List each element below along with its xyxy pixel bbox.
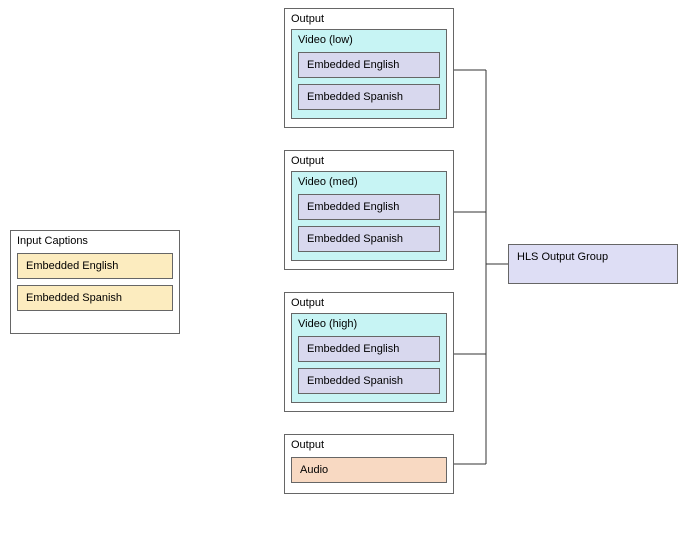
- video-title: Video (low): [298, 34, 440, 46]
- output-title: Output: [291, 439, 447, 451]
- embedded-caption: Embedded English: [298, 52, 440, 78]
- output-box: Output Video (med) Embedded English Embe…: [284, 150, 454, 270]
- output-box: Output Audio: [284, 434, 454, 494]
- video-box: Video (high) Embedded English Embedded S…: [291, 313, 447, 403]
- embedded-caption: Embedded Spanish: [298, 84, 440, 110]
- output-title: Output: [291, 297, 447, 309]
- video-box: Video (low) Embedded English Embedded Sp…: [291, 29, 447, 119]
- embedded-caption: Embedded Spanish: [298, 226, 440, 252]
- hls-output-group-box: HLS Output Group: [508, 244, 678, 284]
- output-box: Output Video (low) Embedded English Embe…: [284, 8, 454, 128]
- embedded-caption: Embedded English: [298, 194, 440, 220]
- hls-output-group-title: HLS Output Group: [517, 251, 608, 263]
- input-caption-item: Embedded English: [17, 253, 173, 279]
- embedded-caption: Embedded English: [298, 336, 440, 362]
- video-title: Video (high): [298, 318, 440, 330]
- audio-box: Audio: [291, 457, 447, 483]
- output-title: Output: [291, 13, 447, 25]
- input-captions-title: Input Captions: [17, 235, 173, 247]
- embedded-caption: Embedded Spanish: [298, 368, 440, 394]
- output-title: Output: [291, 155, 447, 167]
- video-title: Video (med): [298, 176, 440, 188]
- input-caption-item: Embedded Spanish: [17, 285, 173, 311]
- output-box: Output Video (high) Embedded English Emb…: [284, 292, 454, 412]
- video-box: Video (med) Embedded English Embedded Sp…: [291, 171, 447, 261]
- input-captions-box: Input Captions Embedded English Embedded…: [10, 230, 180, 334]
